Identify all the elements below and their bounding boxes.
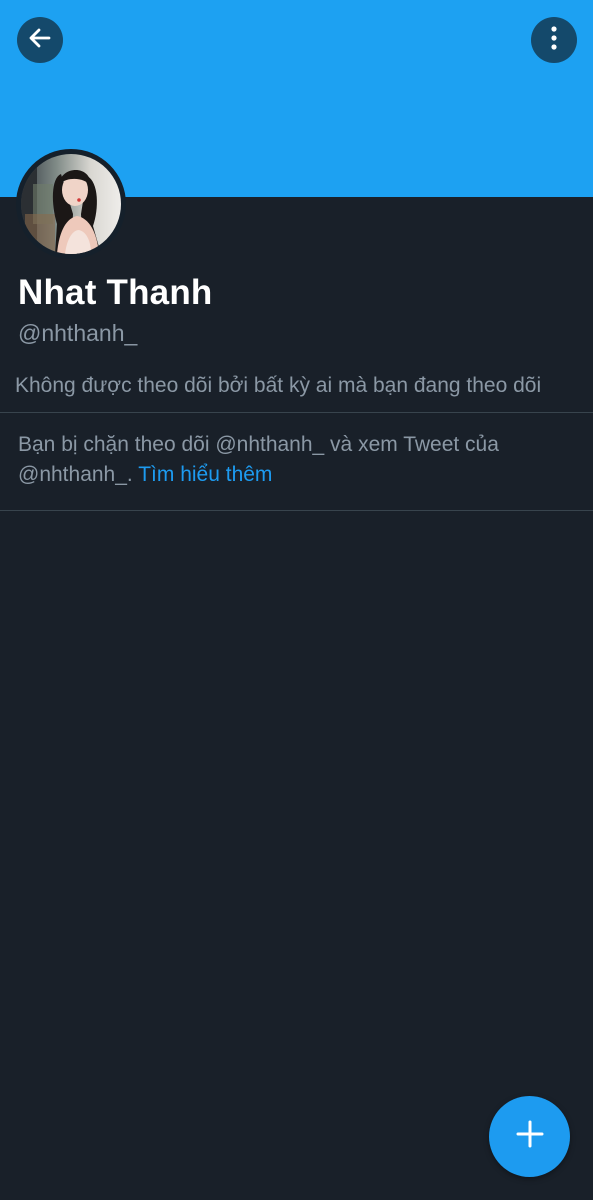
learn-more-link[interactable]: Tìm hiểu thêm [138,463,272,486]
followers-you-know-text: Không được theo dõi bởi bất kỳ ai mà bạn… [15,374,542,397]
arrow-left-icon [27,25,53,56]
avatar-image [21,154,121,254]
profile-page: Nhat Thanh @nhthanh_ Không được theo dõi… [0,0,593,1200]
display-name: Nhat Thanh [18,273,213,312]
more-options-button[interactable] [531,17,577,63]
compose-tweet-button[interactable] [489,1096,570,1177]
blocked-notice: Bạn bị chặn theo dõi @nhthanh_ và xem Tw… [18,430,573,490]
back-button[interactable] [17,17,63,63]
divider [0,510,593,511]
more-vertical-icon [549,25,559,56]
avatar[interactable] [16,149,126,259]
username-handle: @nhthanh_ [18,320,138,346]
plus-icon [515,1119,545,1154]
divider [0,412,593,413]
